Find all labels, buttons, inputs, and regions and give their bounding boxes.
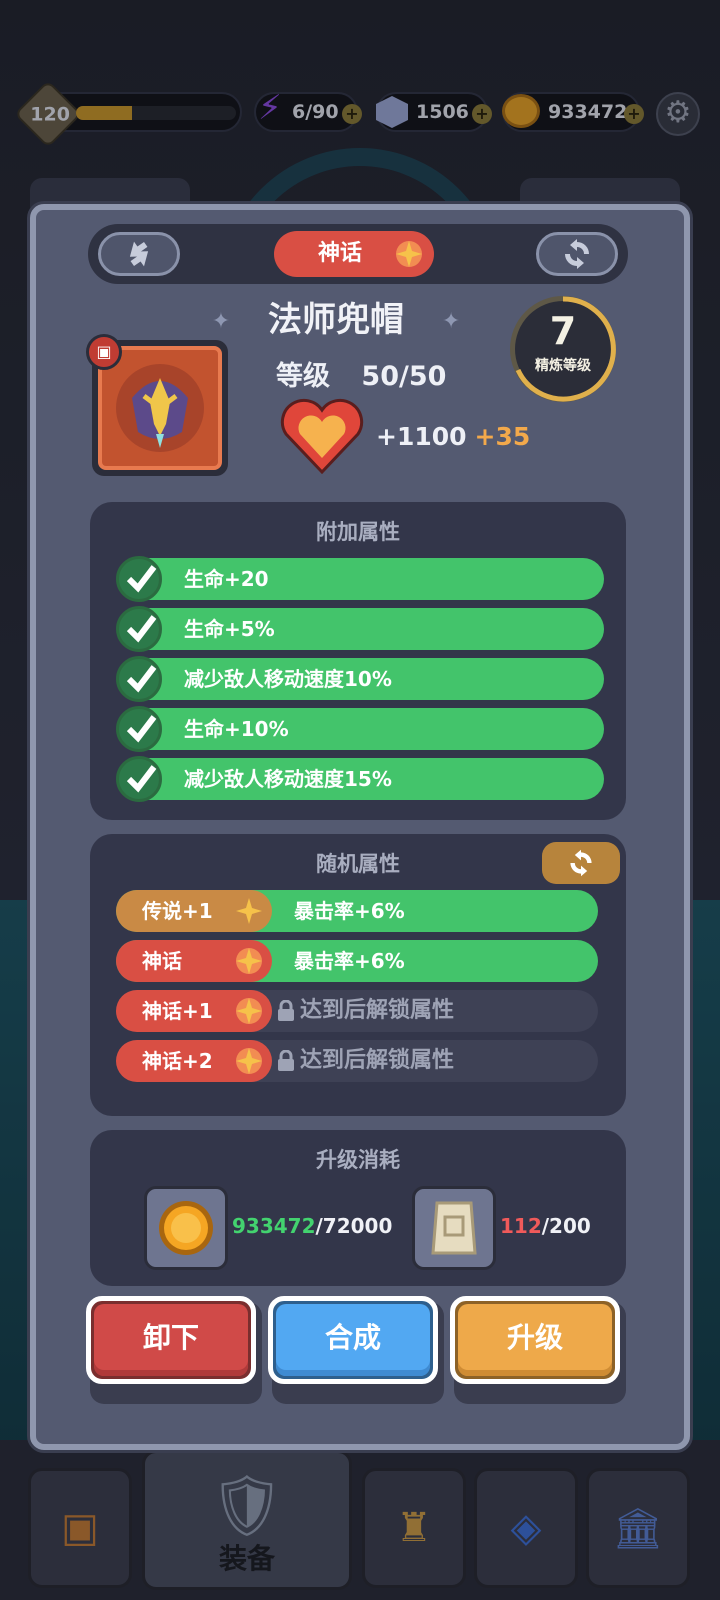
blueprint-scroll-icon	[431, 1201, 477, 1255]
checkmark-icon	[116, 656, 162, 702]
lock-icon	[278, 1000, 294, 1021]
heart-health-icon	[280, 398, 364, 474]
sparkle-star-icon	[236, 1048, 262, 1074]
random-attribute-row: 神话 暴击率+6%	[116, 940, 598, 982]
random-attribute-tag: 神话+1	[142, 999, 213, 1023]
item-icon-frame[interactable]: ▣	[86, 334, 228, 476]
extra-attribute-row: 生命+10%	[116, 706, 604, 752]
rarity-label: 神话	[318, 241, 363, 266]
gold-coin-icon	[159, 1201, 213, 1255]
refine-level-number: 7	[549, 309, 577, 353]
checkmark-icon	[116, 756, 162, 802]
random-attribute-tag: 传说+1	[142, 899, 213, 923]
header-strip: 神话	[88, 224, 628, 284]
level-label: 等级	[276, 361, 330, 392]
random-attribute-text: 达到后解锁属性	[300, 998, 455, 1023]
random-attribute-row-locked: 神话+2 达到后解锁属性	[116, 1040, 598, 1082]
sparkle-star-icon	[236, 898, 262, 924]
combine-button-slot: 合成	[268, 1296, 444, 1404]
extra-attribute-row: 减少敌人移动速度10%	[116, 656, 604, 702]
unequip-button[interactable]: 卸下	[86, 1296, 256, 1384]
coin-cost-icon-box[interactable]	[144, 1186, 228, 1270]
sparkle-star-icon	[236, 948, 262, 974]
refresh-icon	[565, 239, 589, 269]
coin-cost-have: 933472	[232, 1214, 316, 1238]
refine-level-badge[interactable]: 7 精炼等级	[510, 296, 616, 402]
rarity-tag-legendary: 传说+1	[116, 890, 272, 932]
scroll-cost-text: 112/200	[500, 1214, 591, 1238]
scroll-cost-need: /200	[541, 1214, 591, 1238]
extra-attribute-row: 减少敌人移动速度15%	[116, 756, 604, 802]
lock-icon	[278, 1050, 294, 1071]
reroll-icon	[570, 849, 592, 877]
extra-attributes-title: 附加属性	[316, 520, 400, 544]
upgrade-button-label: 升级	[506, 1321, 563, 1354]
random-attribute-text: 达到后解锁属性	[300, 1048, 455, 1073]
sparkle-star-icon	[236, 998, 262, 1024]
swap-arrows-button[interactable]	[98, 232, 180, 276]
coin-cost-text: 933472/72000	[232, 1214, 392, 1238]
scroll-cost-have: 112	[500, 1214, 542, 1238]
rarity-tag-mythic: 神话+2	[116, 1040, 272, 1082]
combine-button[interactable]: 合成	[268, 1296, 438, 1384]
health-stat: +1100 +35	[376, 422, 530, 451]
random-attribute-row-locked: 神话+1 达到后解锁属性	[116, 990, 598, 1032]
swap-arrows-icon	[129, 241, 149, 267]
item-name: 法师兜帽	[268, 300, 404, 340]
unequip-button-slot: 卸下	[86, 1296, 262, 1404]
extra-attribute-text: 生命+10%	[184, 717, 289, 741]
upgrade-button[interactable]: 升级	[450, 1296, 620, 1384]
coin-cost-need: /72000	[315, 1214, 393, 1238]
random-attributes-panel: 随机属性 传说+1 暴击率+6% 神话 暴击率+6% 神话+1 达到后解锁属性 …	[90, 834, 626, 1116]
random-attribute-row: 传说+1 暴击率+6%	[116, 890, 598, 932]
extra-attribute-row: 生命+20	[116, 556, 604, 602]
health-stat-value: +1100	[376, 422, 467, 451]
extra-attribute-row: 生命+5%	[116, 606, 604, 652]
level-row: 等级 50/50	[276, 354, 446, 393]
upgrade-cost-panel: 升级消耗 933472/72000 112/200	[90, 1130, 626, 1286]
extra-attributes-panel: 附加属性 生命+20 生命+5% 减少敌人移动速度10% 生命+10% 减少敌人…	[90, 502, 626, 820]
item-type-tag-icon: ▣	[86, 334, 122, 370]
refine-level-label: 精炼等级	[535, 358, 591, 374]
mage-hood-icon	[116, 364, 204, 452]
extra-attribute-text: 减少敌人移动速度10%	[184, 667, 392, 691]
level-value: 50/50	[361, 361, 447, 392]
extra-attribute-text: 生命+5%	[184, 617, 275, 641]
extra-attribute-text: 减少敌人移动速度15%	[184, 767, 392, 791]
refresh-cycle-button[interactable]	[536, 232, 618, 276]
equipment-detail-modal: 神话 ✦ 法师兜帽 ✦ ▣ 等级 50/50 +1100 +35 7 精炼等级 …	[30, 204, 690, 1450]
wing-ornament-left-icon: ✦	[211, 309, 231, 334]
checkmark-icon	[116, 556, 162, 602]
sparkle-star-icon	[396, 241, 422, 267]
scroll-cost-icon-box[interactable]	[412, 1186, 496, 1270]
combine-button-label: 合成	[324, 1321, 381, 1354]
random-attribute-text: 暴击率+6%	[294, 949, 405, 973]
reroll-attributes-button[interactable]	[542, 842, 620, 884]
checkmark-icon	[116, 706, 162, 752]
upgrade-cost-title: 升级消耗	[316, 1148, 400, 1172]
upgrade-button-slot: 升级	[450, 1296, 626, 1404]
random-attribute-text: 暴击率+6%	[294, 899, 405, 923]
wing-ornament-right-icon: ✦	[441, 309, 461, 334]
health-stat-bonus: +35	[474, 422, 531, 451]
random-attribute-tag: 神话	[142, 949, 182, 973]
rarity-tag-mythic: 神话	[116, 940, 272, 982]
unequip-button-label: 卸下	[142, 1321, 199, 1354]
random-attribute-tag: 神话+2	[142, 1049, 213, 1073]
rarity-tag-mythic: 神话+1	[116, 990, 272, 1032]
rarity-badge: 神话	[274, 231, 434, 277]
checkmark-icon	[116, 606, 162, 652]
extra-attribute-text: 生命+20	[184, 567, 269, 591]
